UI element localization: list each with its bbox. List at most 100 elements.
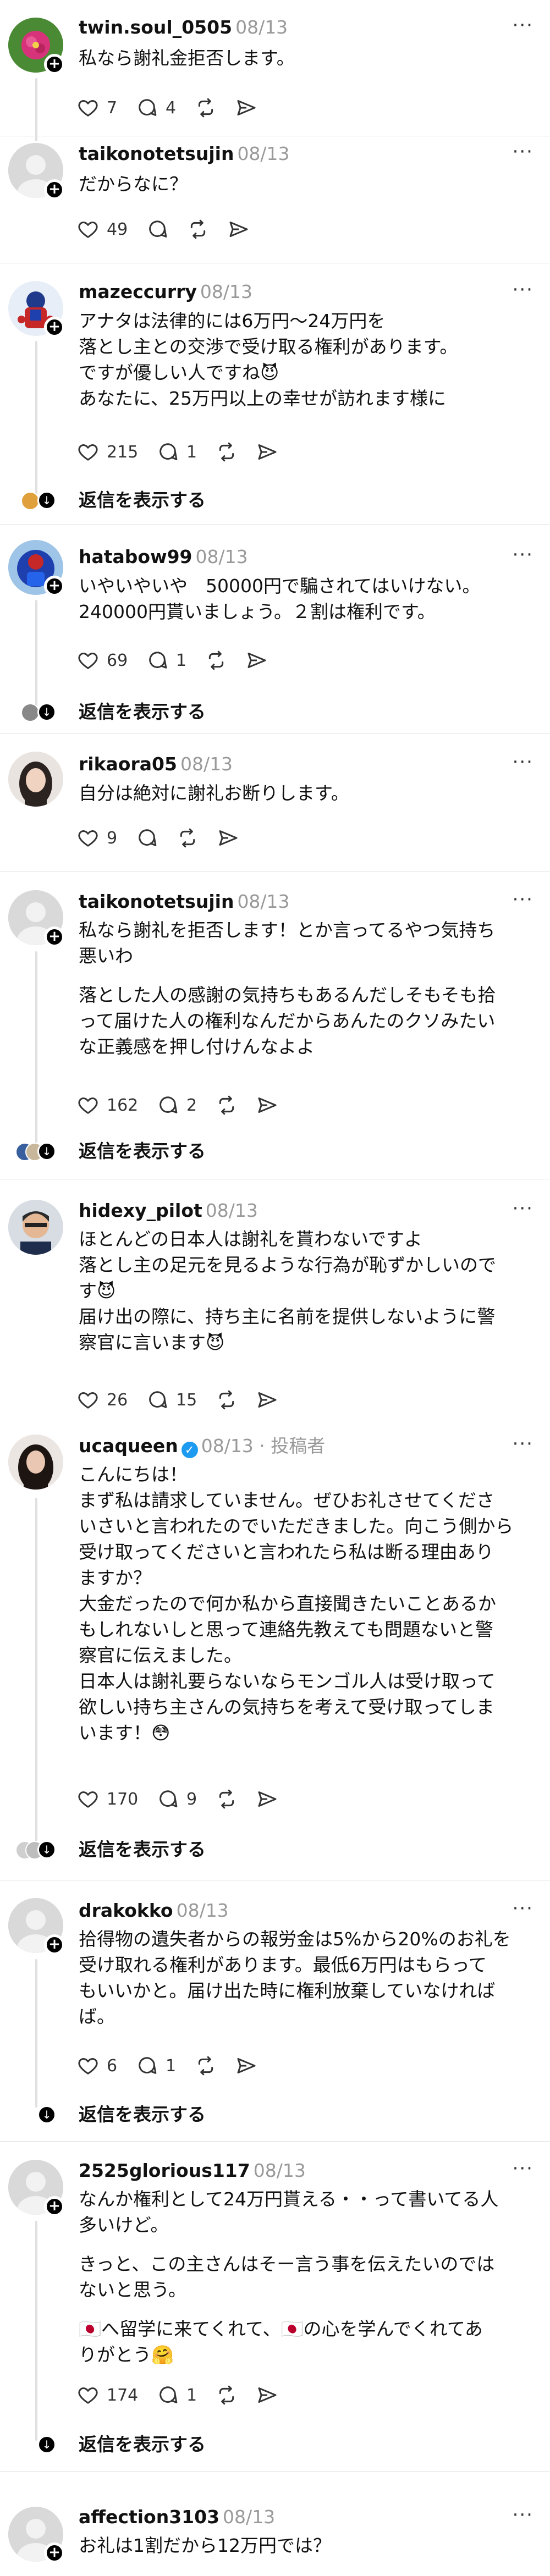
like-button[interactable]: 69: [77, 648, 128, 672]
like-count: 215: [107, 442, 139, 462]
avatar[interactable]: [8, 1435, 63, 1490]
follow-plus-icon[interactable]: +: [44, 179, 65, 200]
comment-icon: [157, 1788, 179, 1810]
username[interactable]: taikonotetsujin: [79, 891, 234, 912]
username[interactable]: 2525glorious117: [79, 2160, 250, 2181]
comment-button[interactable]: 15: [146, 1388, 197, 1412]
like-button[interactable]: 26: [77, 1388, 128, 1412]
post-paragraph: 自分は絶対に謝礼お断りします。: [79, 782, 349, 804]
username[interactable]: mazeccurry: [79, 281, 197, 302]
repost-button[interactable]: [216, 1093, 238, 1117]
share-button[interactable]: [256, 1388, 278, 1412]
share-icon: [256, 1389, 278, 1411]
share-button[interactable]: [256, 440, 278, 464]
repost-button[interactable]: [177, 826, 199, 850]
show-replies-link[interactable]: 返信を表示する: [79, 701, 206, 723]
more-options-icon[interactable]: ···: [513, 889, 534, 911]
more-options-icon[interactable]: ···: [513, 2504, 534, 2526]
follow-plus-icon[interactable]: +: [44, 2196, 65, 2217]
repost-button[interactable]: [216, 2383, 238, 2407]
like-button[interactable]: 6: [77, 2054, 117, 2078]
like-button[interactable]: 9: [77, 826, 117, 850]
follow-plus-icon[interactable]: +: [44, 2542, 65, 2563]
share-button[interactable]: [246, 648, 268, 672]
share-icon: [217, 827, 239, 849]
like-button[interactable]: 174: [77, 2383, 138, 2407]
follow-plus-icon[interactable]: +: [44, 54, 65, 75]
username[interactable]: drakokko: [79, 1900, 173, 1921]
share-button[interactable]: [235, 96, 257, 120]
like-button[interactable]: 170: [77, 1787, 138, 1811]
reply-arrow-icon: ↓: [37, 2105, 56, 2124]
like-button[interactable]: 7: [77, 96, 117, 120]
more-options-icon[interactable]: ···: [513, 1198, 534, 1220]
show-replies-link[interactable]: 返信を表示する: [79, 1140, 206, 1162]
heart-icon: [77, 827, 99, 849]
comment-button[interactable]: 1: [157, 2383, 197, 2407]
comment-button[interactable]: 1: [136, 2054, 176, 2078]
username[interactable]: affection3103: [79, 2506, 219, 2528]
show-replies-link[interactable]: 返信を表示する: [79, 1839, 206, 1861]
share-button[interactable]: [256, 2383, 278, 2407]
follow-plus-icon[interactable]: +: [44, 576, 65, 597]
username[interactable]: hidexy_pilot: [79, 1200, 202, 1221]
post-paragraph: 私なら謝礼を拒否します！とか言ってるやつ気持ち 悪いわ: [79, 919, 496, 967]
post-date: 08/13: [205, 1200, 258, 1221]
avatar[interactable]: [8, 752, 63, 807]
more-options-icon[interactable]: ···: [513, 279, 534, 301]
username[interactable]: taikonotetsujin: [79, 143, 234, 164]
more-options-icon[interactable]: ···: [513, 2158, 534, 2180]
repost-button[interactable]: [205, 648, 227, 672]
share-button[interactable]: [235, 2054, 257, 2078]
share-button[interactable]: [256, 1093, 278, 1117]
reply-arrow-icon: ↓: [37, 2435, 56, 2454]
share-button[interactable]: [217, 826, 239, 850]
username[interactable]: rikaora05: [79, 753, 177, 775]
heart-icon: [77, 441, 99, 463]
follow-plus-icon[interactable]: +: [44, 926, 65, 947]
follow-plus-icon[interactable]: +: [44, 317, 65, 338]
username[interactable]: ucaqueen: [79, 1435, 178, 1457]
comment-button[interactable]: 4: [136, 96, 176, 120]
thread-line: [35, 951, 37, 1152]
more-options-icon[interactable]: ···: [513, 14, 534, 36]
repost-button[interactable]: [216, 1787, 238, 1811]
post-9: + 2525glorious117 08/13 ··· なんか権利として24万円貰…: [0, 2141, 550, 2471]
reply-avatar-mini: [21, 492, 40, 510]
share-button[interactable]: [228, 217, 250, 241]
comment-button[interactable]: 1: [157, 440, 197, 464]
more-options-icon[interactable]: ···: [513, 1897, 534, 1919]
more-options-icon[interactable]: ···: [513, 544, 534, 566]
repost-button[interactable]: [195, 2054, 217, 2078]
post-paragraph: 拾得物の遺失者からの報労金は5%から20%のお礼を 受け取れる権利があります。最…: [79, 1928, 511, 2027]
follow-plus-icon[interactable]: +: [44, 1934, 65, 1955]
post-date: 08/13: [235, 16, 288, 38]
comment-button[interactable]: 1: [146, 648, 186, 672]
repost-button[interactable]: [187, 217, 209, 241]
repost-icon: [216, 1094, 238, 1116]
comment-button[interactable]: 9: [157, 1787, 197, 1811]
username[interactable]: twin.soul_0505: [79, 16, 232, 38]
show-replies-link[interactable]: 返信を表示する: [79, 2104, 206, 2126]
comment-count: 1: [166, 2056, 177, 2076]
more-options-icon[interactable]: ···: [513, 141, 534, 163]
more-options-icon[interactable]: ···: [513, 751, 534, 773]
comment-button[interactable]: [136, 826, 158, 850]
comment-button[interactable]: [146, 217, 168, 241]
username[interactable]: hatabow99: [79, 546, 193, 567]
show-replies-link[interactable]: 返信を表示する: [79, 489, 206, 511]
repost-button[interactable]: [216, 440, 238, 464]
repost-button[interactable]: [195, 96, 217, 120]
show-replies-link[interactable]: 返信を表示する: [79, 2434, 206, 2456]
like-button[interactable]: 215: [77, 440, 138, 464]
repost-button[interactable]: [216, 1388, 238, 1412]
comment-button[interactable]: 2: [157, 1093, 197, 1117]
repost-icon: [205, 649, 227, 671]
like-button[interactable]: 49: [77, 217, 128, 241]
like-button[interactable]: 162: [77, 1093, 138, 1117]
share-button[interactable]: [256, 1787, 278, 1811]
avatar[interactable]: [8, 1200, 63, 1255]
more-options-icon[interactable]: ···: [513, 1433, 534, 1455]
comment-icon: [146, 218, 168, 240]
comment-icon: [146, 1389, 168, 1411]
